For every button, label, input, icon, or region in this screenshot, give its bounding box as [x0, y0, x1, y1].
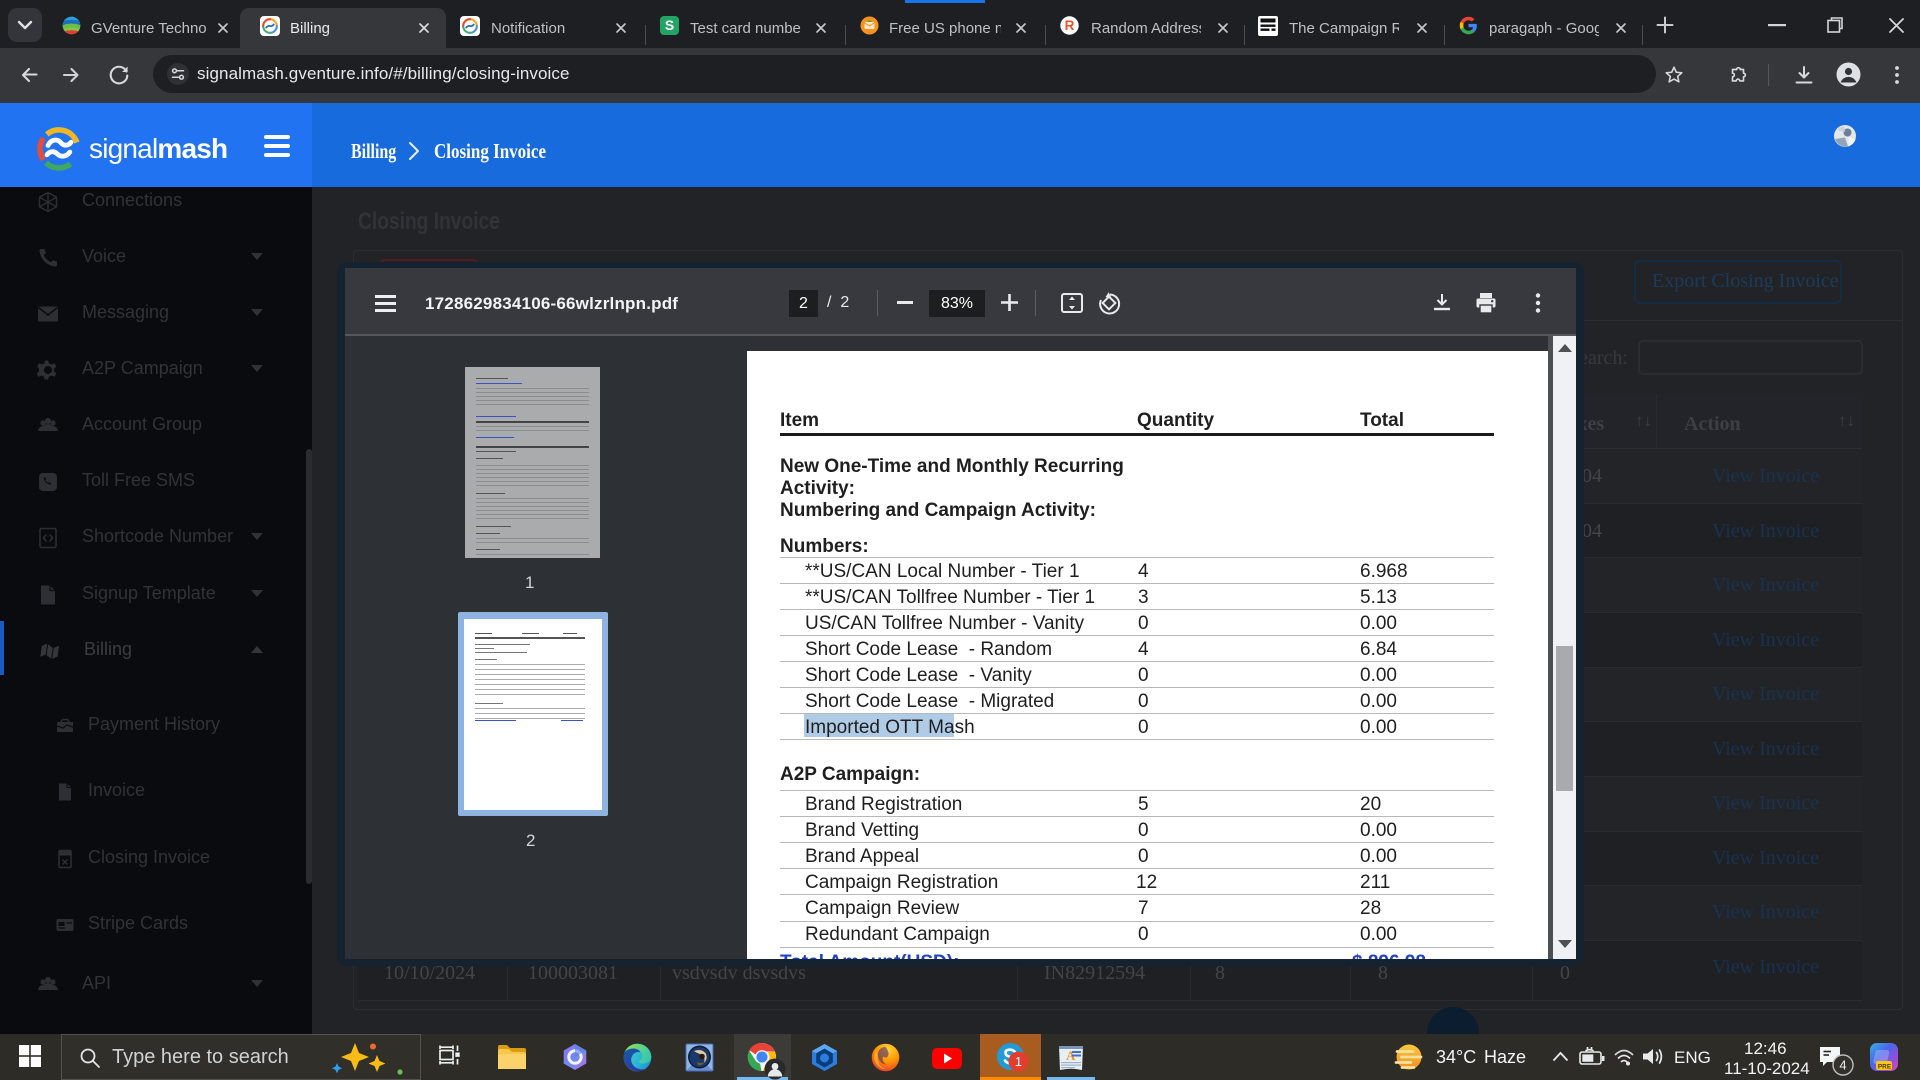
svg-text:R: R — [1065, 18, 1075, 33]
svg-text:PRE: PRE — [1878, 1064, 1892, 1071]
svg-text:4: 4 — [1839, 1058, 1846, 1073]
svg-text:1: 1 — [1015, 1054, 1022, 1069]
